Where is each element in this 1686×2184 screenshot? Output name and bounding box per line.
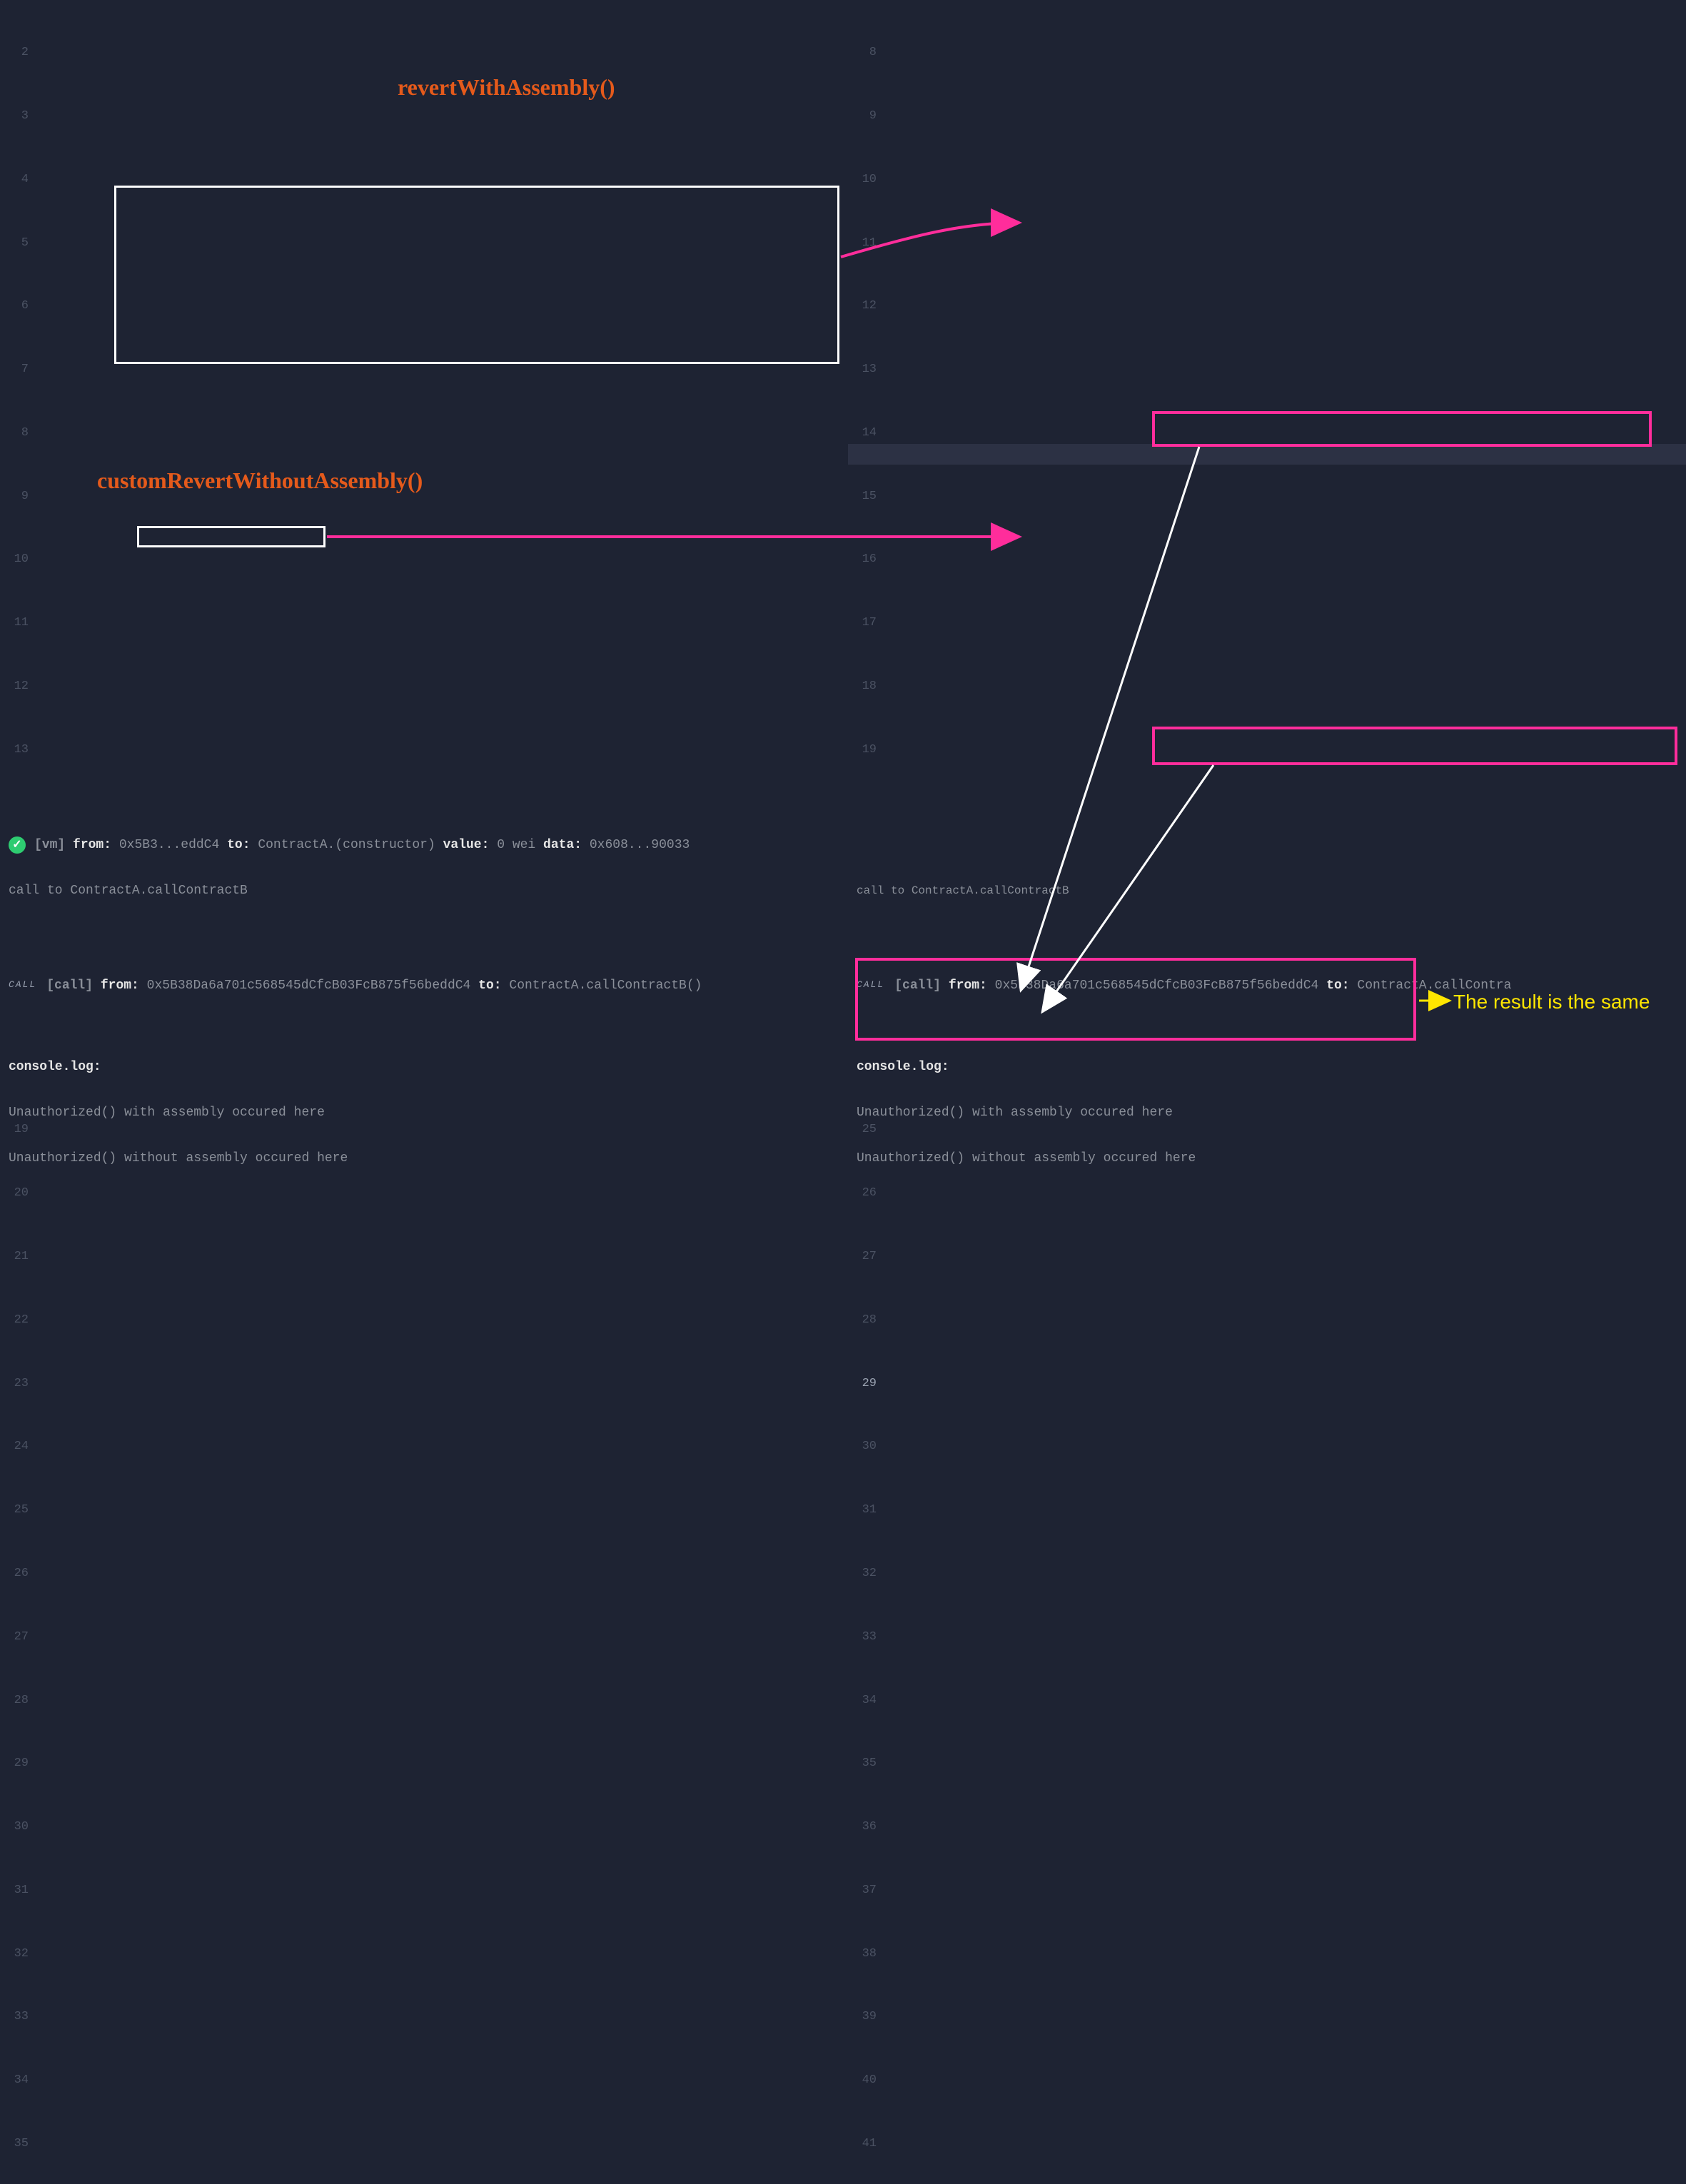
line-number: 7	[0, 359, 29, 380]
log-line: Unauthorized() without assembly occured …	[9, 1147, 839, 1170]
terminal-pane-right[interactable]: call to ContractA.callContractB CALL[cal…	[848, 799, 1686, 1092]
line-number: 13	[0, 739, 29, 761]
line-number: 11	[0, 612, 29, 634]
line-number: 41	[848, 2133, 877, 2155]
line-number: 30	[848, 1436, 877, 1457]
line-number: 10	[0, 549, 29, 570]
console-log-header: console.log:	[857, 1056, 1677, 1078]
line-number: 25	[0, 1500, 29, 1521]
line-number: 32	[848, 1563, 877, 1584]
annotation-title-1: revertWithAssembly()	[398, 74, 615, 101]
line-number: 27	[0, 1627, 29, 1648]
line-number: 16	[848, 549, 877, 570]
line-number: 13	[848, 359, 877, 380]
line-number: 18	[848, 676, 877, 697]
line-number: 29	[848, 1373, 877, 1395]
line-number: 17	[848, 612, 877, 634]
line-number: 6	[0, 295, 29, 317]
line-number: 12	[848, 295, 877, 317]
line-number: 8	[0, 423, 29, 444]
line-number: 35	[848, 1753, 877, 1774]
line-number: 27	[848, 1246, 877, 1268]
line-number: 14	[848, 423, 877, 444]
console-log-header: console.log:	[9, 1056, 839, 1078]
line-number: 12	[0, 676, 29, 697]
tx-success-line: ✓[vm] from: 0x5B3...eddC4 to: ContractA.…	[9, 834, 839, 856]
line-number: 5	[0, 233, 29, 254]
line-number: 39	[848, 2006, 877, 2028]
line-number: 11	[848, 233, 877, 254]
terminal-pane-left[interactable]: ✓[vm] from: 0x5B3...eddC4 to: ContractA.…	[0, 799, 848, 1092]
line-number: 24	[0, 1436, 29, 1457]
call-to-line: call to ContractA.callContractB	[9, 879, 839, 902]
line-number: 32	[0, 1943, 29, 1965]
line-number: 35	[0, 2133, 29, 2155]
line-number: 31	[848, 1500, 877, 1521]
line-number: 9	[0, 486, 29, 507]
line-number: 9	[848, 106, 877, 127]
line-number: 37	[848, 1880, 877, 1901]
line-number: 34	[848, 1690, 877, 1712]
call-tag: CALL	[9, 974, 36, 996]
annotation-title-2: customRevertWithoutAssembly()	[97, 467, 423, 494]
log-line: Unauthorized() without assembly occured …	[857, 1147, 1677, 1170]
editor-pane-right[interactable]: 8 9 10 11 12 13 14 15 16 17 18 19 20 21 …	[848, 0, 1686, 799]
line-number: 28	[848, 1310, 877, 1331]
line-number: 10	[848, 169, 877, 191]
call-tag: CALL	[857, 974, 884, 996]
call-to-line: call to ContractA.callContractB	[857, 879, 1677, 902]
line-number: 19	[848, 739, 877, 761]
line-number: 22	[0, 1310, 29, 1331]
line-number: 3	[0, 106, 29, 127]
line-number: 2	[0, 42, 29, 64]
line-number: 30	[0, 1816, 29, 1838]
line-number: 40	[848, 2070, 877, 2091]
line-number: 31	[0, 1880, 29, 1901]
line-number: 34	[0, 2070, 29, 2091]
annotation-result-label: The result is the same	[1453, 991, 1650, 1013]
line-number: 8	[848, 42, 877, 64]
line-number: 38	[848, 1943, 877, 1965]
line-number: 26	[0, 1563, 29, 1584]
line-number: 33	[848, 1627, 877, 1648]
line-number: 29	[0, 1753, 29, 1774]
line-number: 4	[0, 169, 29, 191]
check-icon: ✓	[9, 836, 26, 854]
call-line: CALL[call] from: 0x5B38Da6a701c568545dCf…	[9, 974, 839, 997]
line-number: 33	[0, 2006, 29, 2028]
log-line: Unauthorized() with assembly occured her…	[9, 1101, 839, 1124]
editor-pane-left[interactable]: 2 3 4 5 6 7 8 9 10 11 12 13 14 15 16 17 …	[0, 0, 842, 799]
line-number: 23	[0, 1373, 29, 1395]
line-number: 15	[848, 486, 877, 507]
log-line: Unauthorized() with assembly occured her…	[857, 1101, 1677, 1124]
line-number: 21	[0, 1246, 29, 1268]
current-line-highlight	[848, 444, 1686, 465]
line-number: 28	[0, 1690, 29, 1712]
line-number: 36	[848, 1816, 877, 1838]
